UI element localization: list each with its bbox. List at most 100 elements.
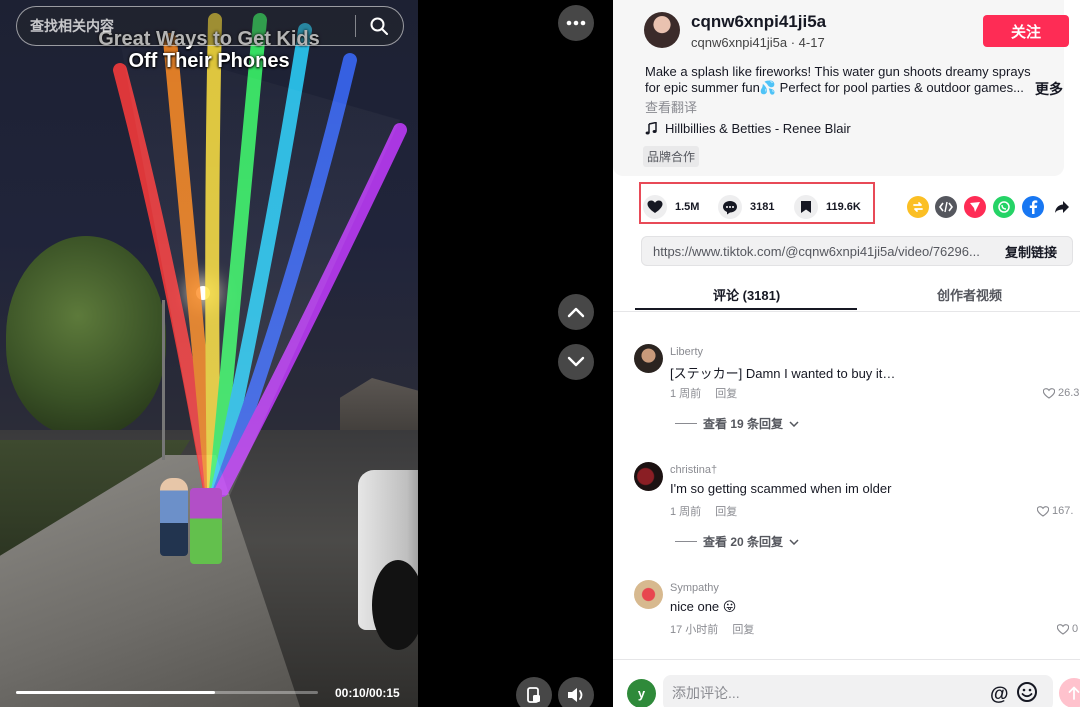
comment-bubble-icon xyxy=(718,195,742,219)
follow-button[interactable]: 关注 xyxy=(983,15,1069,47)
comment-count: 3181 xyxy=(750,201,775,213)
video-progress-fill xyxy=(16,691,216,694)
video-progress-bar[interactable] xyxy=(16,691,318,694)
comment-item: Liberty [ステッカー] Damn I wanted to buy it…… xyxy=(613,344,1080,444)
comment-meta: 1 周前 回复 xyxy=(670,503,737,519)
commenter-avatar[interactable] xyxy=(634,462,663,491)
more-options-button[interactable] xyxy=(558,5,594,41)
video-pane: Great Ways to Get Kids Off Their Phones … xyxy=(0,0,613,707)
volume-button[interactable] xyxy=(558,677,594,707)
comment-text: nice one 😛 xyxy=(670,599,737,614)
chevron-down-icon xyxy=(567,356,585,367)
chevron-down-icon xyxy=(789,538,799,545)
video-title-line2: Off Their Phones xyxy=(128,50,290,72)
details-panel: cqnw6xnpi41ji5a cqnw6xnpi41ji5a · 4-17 关… xyxy=(613,0,1080,707)
picture-in-picture-button[interactable] xyxy=(516,677,552,707)
current-user-avatar[interactable]: y xyxy=(627,679,656,707)
reply-button[interactable]: 回复 xyxy=(715,388,737,400)
speaker-icon xyxy=(568,688,583,702)
author-username[interactable]: cqnw6xnpi41ji5a xyxy=(691,12,826,32)
comment-time: 1 周前 xyxy=(670,506,702,518)
comment-like-count: 26.3 xyxy=(1058,387,1080,399)
commenter-name[interactable]: Liberty xyxy=(670,346,703,358)
tab-comments[interactable]: 评论 (3181) xyxy=(713,285,780,304)
chevron-down-icon xyxy=(789,420,799,427)
view-replies-label: 查看 19 条回复 xyxy=(703,417,784,431)
send-comment-button[interactable] xyxy=(1059,678,1080,707)
heart-outline-icon xyxy=(1057,623,1069,635)
comment-like-count: 167. xyxy=(1052,505,1074,517)
favorite-count: 119.6K xyxy=(826,201,861,213)
like-count: 1.5M xyxy=(675,201,700,213)
next-video-button[interactable] xyxy=(558,344,594,380)
like-button[interactable]: 1.5M xyxy=(643,195,699,219)
emoji-icon[interactable] xyxy=(1016,681,1038,707)
author-handle-date: cqnw6xnpi41ji5a · 4-17 xyxy=(691,35,825,50)
search-bar[interactable]: 查找相关内容 xyxy=(16,6,404,46)
search-divider xyxy=(355,15,356,37)
facebook-icon[interactable] xyxy=(1022,196,1044,218)
divider-line xyxy=(675,423,697,424)
view-replies-button[interactable]: 查看 19 条回复 xyxy=(675,415,799,432)
whatsapp-icon[interactable] xyxy=(993,196,1015,218)
comment-like-button[interactable]: 0 xyxy=(1057,623,1078,635)
active-tab-indicator xyxy=(635,308,857,310)
mention-icon[interactable]: @ xyxy=(990,684,1009,706)
comment-meta: 17 小时前 回复 xyxy=(670,621,754,637)
search-icon[interactable] xyxy=(368,15,390,37)
view-replies-button[interactable]: 查看 20 条回复 xyxy=(675,533,799,550)
video-scene-water-gun-toy xyxy=(190,488,222,564)
see-translation-link[interactable]: 查看翻译 xyxy=(645,97,697,116)
music-note-icon xyxy=(645,122,657,135)
video-time: 00:10/00:15 xyxy=(335,686,400,700)
reply-button[interactable]: 回复 xyxy=(732,624,754,636)
description-more-link[interactable]: 更多 xyxy=(1035,79,1063,99)
reply-button[interactable]: 回复 xyxy=(715,506,737,518)
favorite-button[interactable]: 119.6K xyxy=(794,195,861,219)
comment-text: I'm so getting scammed when im older xyxy=(670,481,892,496)
music-link[interactable]: Hillbillies & Betties - Renee Blair xyxy=(645,121,851,136)
video-url[interactable]: https://www.tiktok.com/@cqnw6xnpi41ji5a/… xyxy=(653,244,993,259)
comment-item: christina† I'm so getting scammed when i… xyxy=(613,462,1080,562)
heart-outline-icon xyxy=(1043,387,1055,399)
view-replies-label: 查看 20 条回复 xyxy=(703,535,784,549)
video-scene-child xyxy=(160,478,188,556)
commenter-name[interactable]: christina† xyxy=(670,464,717,476)
comment-like-count: 0 xyxy=(1072,623,1079,635)
music-title: Hillbillies & Betties - Renee Blair xyxy=(665,121,851,136)
post-description: Make a splash like fireworks! This water… xyxy=(645,64,1031,95)
bookmark-icon xyxy=(794,195,818,219)
commenter-name[interactable]: Sympathy xyxy=(670,582,719,594)
send-to-friends-icon[interactable] xyxy=(964,196,986,218)
search-input[interactable]: 查找相关内容 xyxy=(30,16,355,36)
picture-in-picture-icon xyxy=(527,687,540,703)
share-arrow-icon[interactable] xyxy=(1051,196,1073,218)
embed-icon[interactable] xyxy=(935,196,957,218)
video-scene-rainbow-spray xyxy=(113,13,407,497)
comment-like-button[interactable]: 26.3 xyxy=(1043,387,1079,399)
comment-time: 1 周前 xyxy=(670,388,702,400)
post-info-card: cqnw6xnpi41ji5a cqnw6xnpi41ji5a · 4-17 关… xyxy=(613,0,1069,176)
comment-time: 17 小时前 xyxy=(670,624,719,636)
chevron-up-icon xyxy=(567,307,585,318)
comment-button[interactable]: 3181 xyxy=(718,195,774,219)
comment-text: [ステッカー] Damn I wanted to buy it… xyxy=(670,366,896,381)
tab-creator-videos[interactable]: 创作者视频 xyxy=(937,285,1002,304)
comment-like-button[interactable]: 167. xyxy=(1037,505,1073,517)
author-avatar[interactable] xyxy=(644,12,680,48)
comment-meta: 1 周前 回复 xyxy=(670,385,737,401)
copy-link-button[interactable]: 复制链接 xyxy=(1005,242,1057,261)
heart-icon xyxy=(643,195,667,219)
brand-partnership-tag: 品牌合作 xyxy=(643,146,700,167)
comments-tabs: 评论 (3181) 创作者视频 xyxy=(613,278,1080,312)
commenter-avatar[interactable] xyxy=(634,580,663,609)
repost-icon[interactable] xyxy=(907,196,929,218)
divider-line xyxy=(675,541,697,542)
video-scene-car-wheel xyxy=(372,560,418,650)
comment-composer: y @ xyxy=(613,659,1080,707)
app-root: Great Ways to Get Kids Off Their Phones … xyxy=(0,0,1080,707)
ellipsis-icon xyxy=(566,20,586,26)
video-player[interactable]: Great Ways to Get Kids Off Their Phones xyxy=(0,0,418,707)
previous-video-button[interactable] xyxy=(558,294,594,330)
commenter-avatar[interactable] xyxy=(634,344,663,373)
